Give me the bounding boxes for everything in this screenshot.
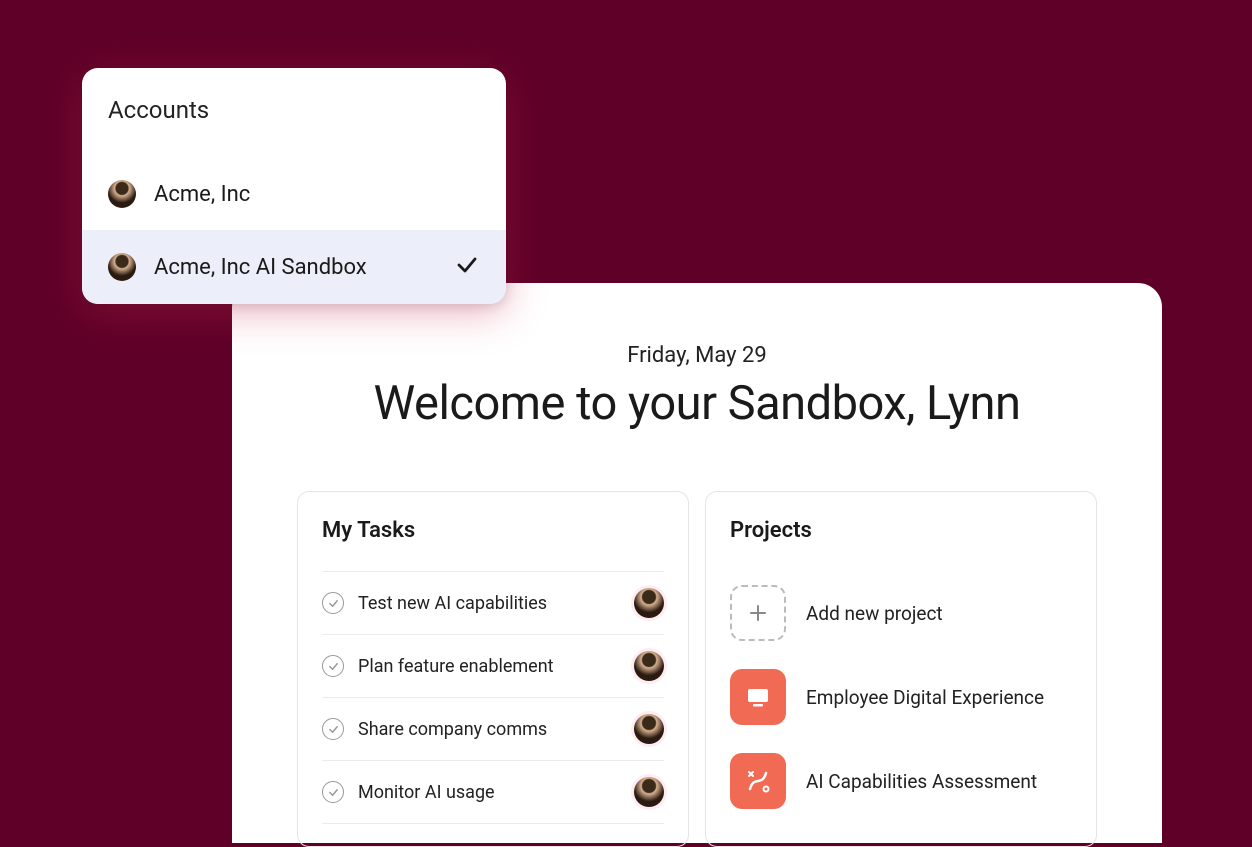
task-check-icon[interactable] (322, 718, 344, 740)
task-check-icon[interactable] (322, 655, 344, 677)
project-row[interactable]: Employee Digital Experience (730, 655, 1072, 739)
projects-title: Projects (730, 518, 1072, 543)
monitor-icon (730, 669, 786, 725)
date-line: Friday, May 29 (262, 343, 1132, 368)
task-row[interactable]: Monitor AI usage (322, 760, 664, 824)
assignee-avatar[interactable] (634, 588, 664, 618)
plus-icon[interactable] (730, 585, 786, 641)
dashboard-panel: Friday, May 29 Welcome to your Sandbox, … (232, 283, 1162, 843)
my-tasks-card: My Tasks Test new AI capabilities Plan f… (297, 491, 689, 847)
project-label: Employee Digital Experience (806, 686, 1044, 709)
assignee-avatar[interactable] (634, 777, 664, 807)
account-avatar (108, 253, 136, 281)
assignee-avatar[interactable] (634, 714, 664, 744)
task-label: Test new AI capabilities (358, 593, 620, 614)
task-check-icon[interactable] (322, 592, 344, 614)
welcome-heading: Welcome to your Sandbox, Lynn (262, 376, 1132, 431)
cards-row: My Tasks Test new AI capabilities Plan f… (262, 491, 1132, 847)
account-label: Acme, Inc AI Sandbox (154, 255, 436, 280)
task-row[interactable]: Plan feature enablement (322, 634, 664, 697)
project-row[interactable]: AI Capabilities Assessment (730, 739, 1072, 823)
task-label: Monitor AI usage (358, 782, 620, 803)
flow-icon (730, 753, 786, 809)
accounts-popup: Accounts Acme, Inc Acme, Inc AI Sandbox (82, 68, 506, 304)
task-label: Plan feature enablement (358, 656, 620, 677)
task-row[interactable]: Share company comms (322, 697, 664, 760)
my-tasks-title: My Tasks (322, 518, 664, 543)
assignee-avatar[interactable] (634, 651, 664, 681)
account-label: Acme, Inc (154, 182, 480, 207)
add-project-row[interactable]: Add new project (730, 571, 1072, 655)
add-project-label: Add new project (806, 602, 943, 625)
project-label: AI Capabilities Assessment (806, 770, 1037, 793)
account-item-sandbox[interactable]: Acme, Inc AI Sandbox (82, 230, 506, 304)
task-label: Share company comms (358, 719, 620, 740)
task-check-icon[interactable] (322, 781, 344, 803)
account-avatar (108, 180, 136, 208)
accounts-title: Accounts (82, 68, 506, 158)
account-item-acme[interactable]: Acme, Inc (82, 158, 506, 230)
projects-card: Projects Add new project Employee Digita… (705, 491, 1097, 847)
check-icon (454, 252, 480, 282)
task-row[interactable]: Test new AI capabilities (322, 571, 664, 634)
